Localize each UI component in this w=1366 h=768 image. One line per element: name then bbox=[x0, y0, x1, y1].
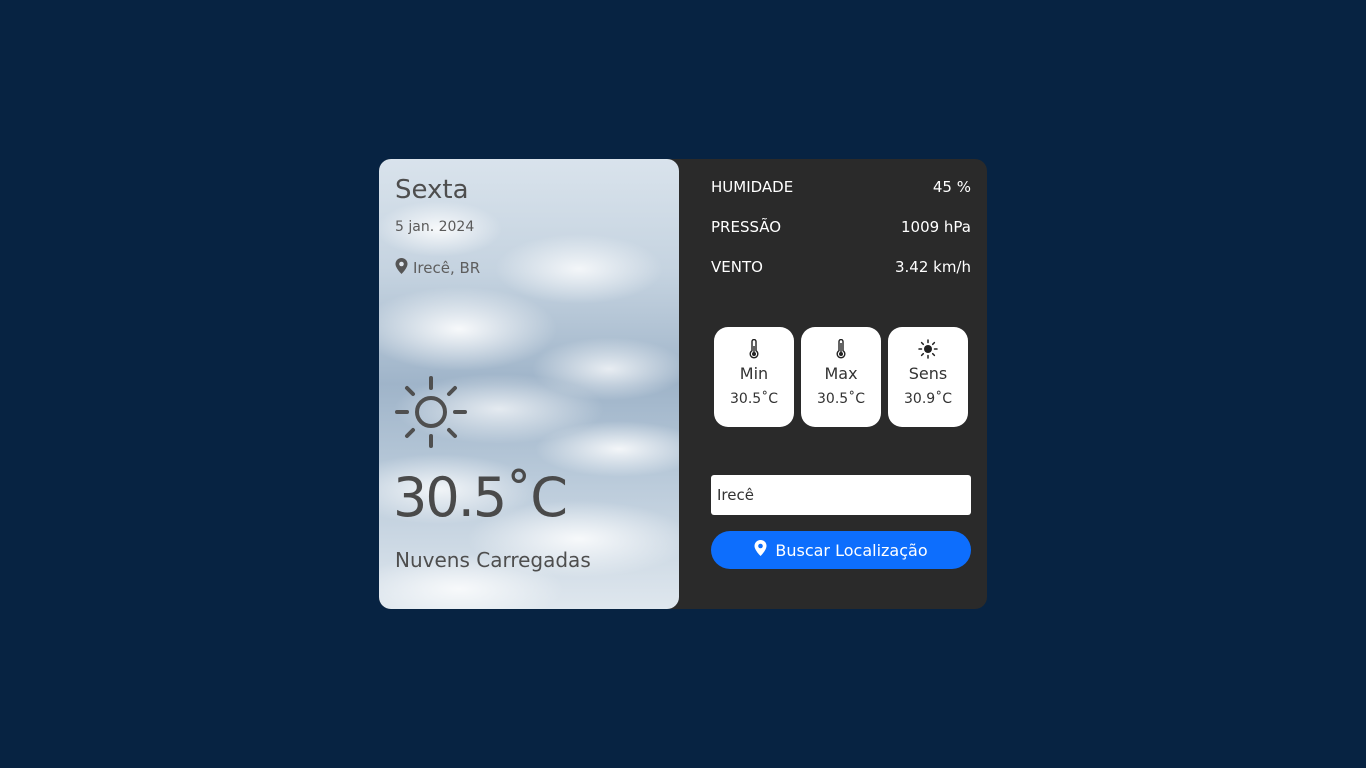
min-label: Min bbox=[739, 364, 769, 383]
sun-icon bbox=[918, 339, 938, 359]
search-button-label: Buscar Localização bbox=[775, 540, 928, 560]
wind-row: VENTO 3.42 km/h bbox=[711, 258, 971, 276]
thermometer-icon bbox=[835, 339, 847, 359]
location-pin-icon bbox=[754, 540, 767, 560]
pressure-row: PRESSÃO 1009 hPa bbox=[711, 218, 971, 236]
weather-description: Nuvens Carregadas bbox=[395, 548, 591, 572]
details-panel: HUMIDADE 45 % PRESSÃO 1009 hPa VENTO 3.4… bbox=[711, 159, 971, 609]
feels-like-label: Sens bbox=[908, 364, 948, 383]
current-weather-card: Sexta 5 jan. 2024 Irecê, BR 30.5˚C Nuven… bbox=[379, 159, 679, 609]
max-label: Max bbox=[824, 364, 858, 383]
wind-label: VENTO bbox=[711, 258, 763, 276]
humidity-row: HUMIDADE 45 % bbox=[711, 178, 971, 196]
feels-like-card: Sens 30.9˚C bbox=[888, 327, 968, 427]
location-pin-icon bbox=[395, 258, 408, 278]
current-temperature: 30.5˚C bbox=[393, 466, 568, 529]
humidity-value: 45 % bbox=[932, 178, 971, 196]
min-temp-card: Min 30.5˚C bbox=[714, 327, 794, 427]
feels-like-value: 30.9˚C bbox=[904, 391, 952, 407]
max-temp-card: Max 30.5˚C bbox=[801, 327, 881, 427]
pressure-label: PRESSÃO bbox=[711, 218, 782, 236]
current-date: 5 jan. 2024 bbox=[395, 219, 475, 235]
max-value: 30.5˚C bbox=[817, 391, 865, 407]
humidity-label: HUMIDADE bbox=[711, 178, 794, 196]
min-value: 30.5˚C bbox=[730, 391, 778, 407]
weather-app: Sexta 5 jan. 2024 Irecê, BR 30.5˚C Nuven… bbox=[379, 159, 987, 609]
pressure-value: 1009 hPa bbox=[900, 218, 971, 236]
location-search-input[interactable] bbox=[711, 475, 971, 515]
day-name: Sexta bbox=[395, 175, 469, 205]
current-location: Irecê, BR bbox=[395, 258, 480, 278]
temperature-cards: Min 30.5˚C Max 30.5˚C Sens 30.9˚C bbox=[714, 327, 968, 427]
sun-icon bbox=[393, 374, 469, 450]
thermometer-icon bbox=[748, 339, 760, 359]
wind-value: 3.42 km/h bbox=[894, 258, 971, 276]
location-label: Irecê, BR bbox=[413, 259, 481, 277]
search-location-button[interactable]: Buscar Localização bbox=[711, 531, 971, 569]
